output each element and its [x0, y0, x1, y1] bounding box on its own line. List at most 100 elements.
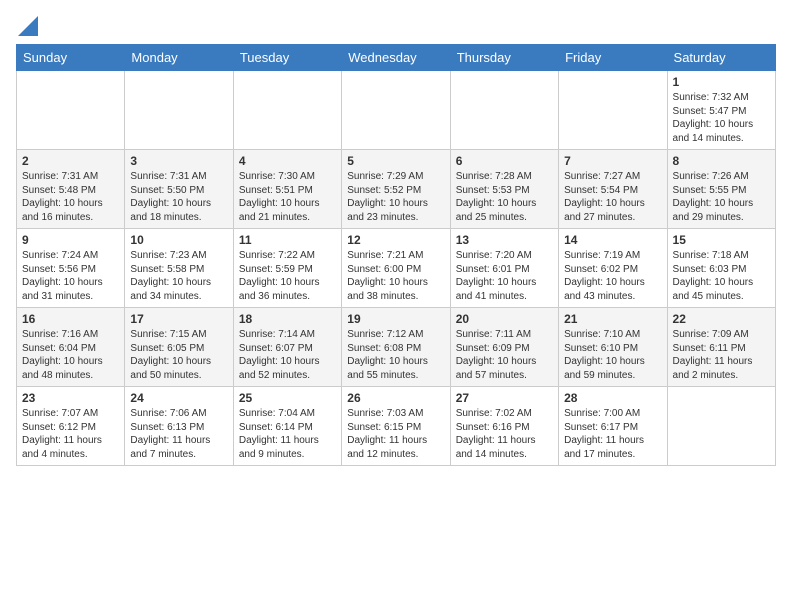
calendar-day-cell	[342, 71, 450, 150]
day-number: 9	[22, 233, 119, 247]
day-info: Sunrise: 7:16 AM Sunset: 6:04 PM Dayligh…	[22, 328, 119, 382]
calendar-day-cell: 25 Sunrise: 7:04 AM Sunset: 6:14 PM Dayli…	[233, 387, 341, 466]
calendar-day-cell: 8 Sunrise: 7:26 AM Sunset: 5:55 PM Daylig…	[667, 150, 775, 229]
day-header-monday: Monday	[125, 45, 233, 71]
day-number: 2	[22, 154, 119, 168]
calendar-day-cell: 16 Sunrise: 7:16 AM Sunset: 6:04 PM Dayli…	[17, 308, 125, 387]
day-number: 13	[456, 233, 553, 247]
day-number: 23	[22, 391, 119, 405]
day-info: Sunrise: 7:19 AM Sunset: 6:02 PM Dayligh…	[564, 249, 661, 303]
day-info: Sunrise: 7:23 AM Sunset: 5:58 PM Dayligh…	[130, 249, 227, 303]
calendar-day-cell: 18 Sunrise: 7:14 AM Sunset: 6:07 PM Dayli…	[233, 308, 341, 387]
day-header-sunday: Sunday	[17, 45, 125, 71]
calendar-day-cell: 23 Sunrise: 7:07 AM Sunset: 6:12 PM Dayli…	[17, 387, 125, 466]
day-info: Sunrise: 7:15 AM Sunset: 6:05 PM Dayligh…	[130, 328, 227, 382]
calendar-day-cell: 26 Sunrise: 7:03 AM Sunset: 6:15 PM Dayli…	[342, 387, 450, 466]
calendar-day-cell: 6 Sunrise: 7:28 AM Sunset: 5:53 PM Daylig…	[450, 150, 558, 229]
day-info: Sunrise: 7:09 AM Sunset: 6:11 PM Dayligh…	[673, 328, 770, 382]
calendar-day-cell: 2 Sunrise: 7:31 AM Sunset: 5:48 PM Daylig…	[17, 150, 125, 229]
day-info: Sunrise: 7:12 AM Sunset: 6:08 PM Dayligh…	[347, 328, 444, 382]
day-number: 16	[22, 312, 119, 326]
day-info: Sunrise: 7:24 AM Sunset: 5:56 PM Dayligh…	[22, 249, 119, 303]
day-info: Sunrise: 7:32 AM Sunset: 5:47 PM Dayligh…	[673, 91, 770, 145]
logo-triangle-icon	[18, 16, 38, 36]
day-number: 1	[673, 75, 770, 89]
day-number: 15	[673, 233, 770, 247]
calendar-day-cell: 12 Sunrise: 7:21 AM Sunset: 6:00 PM Dayli…	[342, 229, 450, 308]
day-number: 6	[456, 154, 553, 168]
day-info: Sunrise: 7:18 AM Sunset: 6:03 PM Dayligh…	[673, 249, 770, 303]
calendar-day-cell	[17, 71, 125, 150]
day-header-saturday: Saturday	[667, 45, 775, 71]
calendar-day-cell: 27 Sunrise: 7:02 AM Sunset: 6:16 PM Dayli…	[450, 387, 558, 466]
calendar-week-row: 1 Sunrise: 7:32 AM Sunset: 5:47 PM Daylig…	[17, 71, 776, 150]
calendar-day-cell: 24 Sunrise: 7:06 AM Sunset: 6:13 PM Dayli…	[125, 387, 233, 466]
calendar-day-cell: 22 Sunrise: 7:09 AM Sunset: 6:11 PM Dayli…	[667, 308, 775, 387]
day-number: 26	[347, 391, 444, 405]
calendar-week-row: 2 Sunrise: 7:31 AM Sunset: 5:48 PM Daylig…	[17, 150, 776, 229]
day-header-wednesday: Wednesday	[342, 45, 450, 71]
day-number: 4	[239, 154, 336, 168]
day-number: 24	[130, 391, 227, 405]
day-info: Sunrise: 7:04 AM Sunset: 6:14 PM Dayligh…	[239, 407, 336, 461]
day-info: Sunrise: 7:11 AM Sunset: 6:09 PM Dayligh…	[456, 328, 553, 382]
day-info: Sunrise: 7:31 AM Sunset: 5:50 PM Dayligh…	[130, 170, 227, 224]
calendar-day-cell	[667, 387, 775, 466]
page-header	[16, 16, 776, 36]
calendar-day-cell	[125, 71, 233, 150]
calendar-day-cell: 9 Sunrise: 7:24 AM Sunset: 5:56 PM Daylig…	[17, 229, 125, 308]
day-header-thursday: Thursday	[450, 45, 558, 71]
day-info: Sunrise: 7:26 AM Sunset: 5:55 PM Dayligh…	[673, 170, 770, 224]
day-info: Sunrise: 7:29 AM Sunset: 5:52 PM Dayligh…	[347, 170, 444, 224]
day-number: 3	[130, 154, 227, 168]
day-info: Sunrise: 7:22 AM Sunset: 5:59 PM Dayligh…	[239, 249, 336, 303]
day-info: Sunrise: 7:06 AM Sunset: 6:13 PM Dayligh…	[130, 407, 227, 461]
day-header-tuesday: Tuesday	[233, 45, 341, 71]
day-number: 12	[347, 233, 444, 247]
day-info: Sunrise: 7:21 AM Sunset: 6:00 PM Dayligh…	[347, 249, 444, 303]
calendar-week-row: 9 Sunrise: 7:24 AM Sunset: 5:56 PM Daylig…	[17, 229, 776, 308]
calendar-day-cell: 11Sunrise: 7:22 AM Sunset: 5:59 PM Dayli…	[233, 229, 341, 308]
calendar-day-cell	[450, 71, 558, 150]
calendar-day-cell: 7 Sunrise: 7:27 AM Sunset: 5:54 PM Daylig…	[559, 150, 667, 229]
day-info: Sunrise: 7:07 AM Sunset: 6:12 PM Dayligh…	[22, 407, 119, 461]
calendar-day-cell: 13 Sunrise: 7:20 AM Sunset: 6:01 PM Dayli…	[450, 229, 558, 308]
day-number: 21	[564, 312, 661, 326]
day-number: 22	[673, 312, 770, 326]
calendar-header-row: SundayMondayTuesdayWednesdayThursdayFrid…	[17, 45, 776, 71]
calendar-day-cell: 14 Sunrise: 7:19 AM Sunset: 6:02 PM Dayli…	[559, 229, 667, 308]
day-header-friday: Friday	[559, 45, 667, 71]
day-number: 14	[564, 233, 661, 247]
calendar-day-cell: 4 Sunrise: 7:30 AM Sunset: 5:51 PM Daylig…	[233, 150, 341, 229]
day-info: Sunrise: 7:14 AM Sunset: 6:07 PM Dayligh…	[239, 328, 336, 382]
day-info: Sunrise: 7:20 AM Sunset: 6:01 PM Dayligh…	[456, 249, 553, 303]
day-number: 27	[456, 391, 553, 405]
day-info: Sunrise: 7:31 AM Sunset: 5:48 PM Dayligh…	[22, 170, 119, 224]
calendar-day-cell: 15 Sunrise: 7:18 AM Sunset: 6:03 PM Dayli…	[667, 229, 775, 308]
calendar-day-cell: 17Sunrise: 7:15 AM Sunset: 6:05 PM Dayli…	[125, 308, 233, 387]
calendar-day-cell	[559, 71, 667, 150]
day-info: Sunrise: 7:02 AM Sunset: 6:16 PM Dayligh…	[456, 407, 553, 461]
calendar-week-row: 16 Sunrise: 7:16 AM Sunset: 6:04 PM Dayli…	[17, 308, 776, 387]
day-number: 8	[673, 154, 770, 168]
calendar-day-cell: 1 Sunrise: 7:32 AM Sunset: 5:47 PM Daylig…	[667, 71, 775, 150]
day-number: 20	[456, 312, 553, 326]
calendar-day-cell: 3 Sunrise: 7:31 AM Sunset: 5:50 PM Daylig…	[125, 150, 233, 229]
day-info: Sunrise: 7:28 AM Sunset: 5:53 PM Dayligh…	[456, 170, 553, 224]
day-info: Sunrise: 7:30 AM Sunset: 5:51 PM Dayligh…	[239, 170, 336, 224]
day-info: Sunrise: 7:00 AM Sunset: 6:17 PM Dayligh…	[564, 407, 661, 461]
calendar-day-cell: 20 Sunrise: 7:11 AM Sunset: 6:09 PM Dayli…	[450, 308, 558, 387]
day-info: Sunrise: 7:27 AM Sunset: 5:54 PM Dayligh…	[564, 170, 661, 224]
calendar-table: SundayMondayTuesdayWednesdayThursdayFrid…	[16, 44, 776, 466]
day-info: Sunrise: 7:10 AM Sunset: 6:10 PM Dayligh…	[564, 328, 661, 382]
day-number: 18	[239, 312, 336, 326]
calendar-day-cell: 28 Sunrise: 7:00 AM Sunset: 6:17 PM Dayli…	[559, 387, 667, 466]
day-info: Sunrise: 7:03 AM Sunset: 6:15 PM Dayligh…	[347, 407, 444, 461]
calendar-week-row: 23 Sunrise: 7:07 AM Sunset: 6:12 PM Dayli…	[17, 387, 776, 466]
logo	[16, 16, 38, 36]
day-number: 5	[347, 154, 444, 168]
day-number: 28	[564, 391, 661, 405]
day-number: 7	[564, 154, 661, 168]
calendar-day-cell: 19Sunrise: 7:12 AM Sunset: 6:08 PM Dayli…	[342, 308, 450, 387]
day-number: 25	[239, 391, 336, 405]
